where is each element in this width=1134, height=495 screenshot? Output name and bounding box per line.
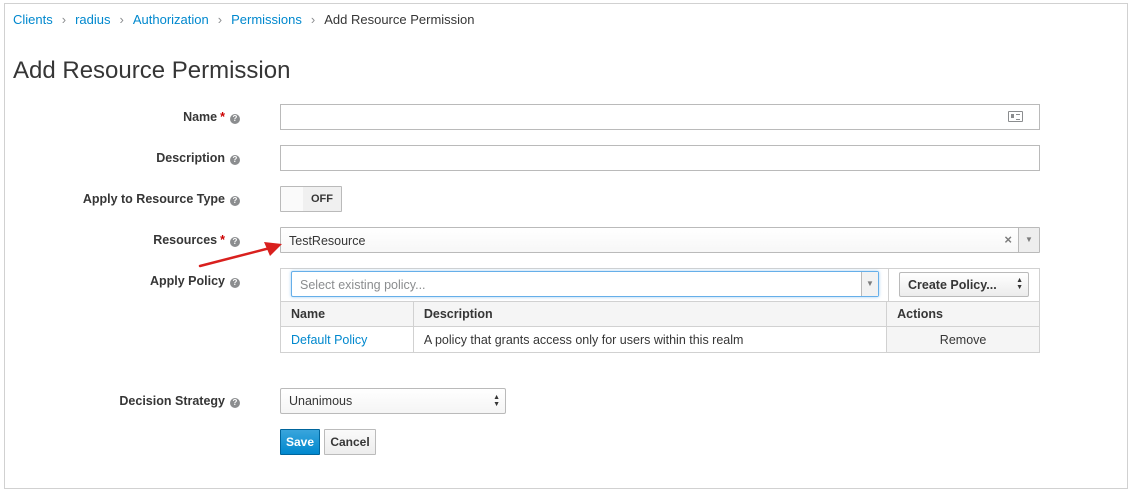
decision-strategy-value: Unanimous [289,394,353,408]
apply-policy-label: Apply Policy? [150,274,240,288]
chevron-right-icon: › [61,12,67,27]
save-button[interactable]: Save [280,429,320,455]
create-policy-select[interactable]: Create Policy... ▲ ▼ [899,272,1029,297]
chevron-right-icon: › [119,12,124,27]
remove-policy-button[interactable]: Remove [886,326,1040,353]
required-marker: * [220,110,225,124]
chevron-right-icon: › [217,12,223,27]
breadcrumb-current: Add Resource Permission [324,12,475,27]
policy-table: Name Description Actions Default Policy … [280,301,1040,353]
apply-policy-label-text: Apply Policy [149,274,225,288]
decision-strategy-select[interactable]: Unanimous ▲ ▼ [280,388,506,414]
policy-name-link[interactable]: Default Policy [280,326,414,353]
resources-selected-value: TestResource [289,234,366,248]
policy-description: A policy that grants access only for use… [412,326,888,353]
description-label-text: Description [156,151,225,165]
breadcrumb-permissions[interactable]: Permissions [231,12,302,27]
resources-select[interactable]: TestResource × ▼ [280,227,1040,253]
toggle-state: OFF [303,187,341,211]
name-input[interactable] [280,104,1040,130]
dropdown-arrow-icon[interactable]: ▼ [1018,228,1039,252]
chevron-right-icon: › [310,12,316,27]
apply-policy-box: Select existing policy... ▼ Create Polic… [280,268,1040,353]
column-header-actions: Actions [886,301,1040,327]
help-icon[interactable]: ? [230,196,240,206]
page-title: Add Resource Permission [13,57,291,84]
dropdown-arrow-icon[interactable]: ▼ [861,272,878,296]
cancel-button[interactable]: Cancel [324,429,376,455]
apply-resource-type-label-text: Apply to Resource Type [82,192,225,206]
description-label: Description? [156,151,240,165]
policy-search-select[interactable]: Select existing policy... ▼ [291,271,879,297]
help-icon[interactable]: ? [230,278,240,288]
help-icon[interactable]: ? [230,114,240,124]
create-policy-label: Create Policy... [908,278,997,292]
table-row: Default Policy A policy that grants acce… [280,326,1040,353]
help-icon[interactable]: ? [230,155,240,165]
breadcrumb-radius[interactable]: radius [75,12,110,27]
clear-icon[interactable]: × [1004,232,1012,247]
toggle-knob [281,187,304,211]
decision-strategy-label-text: Decision Strategy [119,394,225,408]
contact-card-icon [1008,111,1023,122]
description-input[interactable] [280,145,1040,171]
policy-search-placeholder: Select existing policy... [300,278,426,292]
divider [888,269,889,301]
decision-strategy-label: Decision Strategy? [119,394,240,408]
name-label: Name *? [183,110,240,124]
apply-resource-type-label: Apply to Resource Type? [83,192,240,206]
table-header-row: Name Description Actions [280,301,1040,327]
select-arrows-icon: ▲ ▼ [493,394,500,408]
name-label-text: Name [183,110,218,124]
breadcrumb-authorization[interactable]: Authorization [133,12,209,27]
annotation-arrow [198,242,282,268]
select-arrows-icon: ▲ ▼ [1016,277,1023,291]
breadcrumb: Clients › radius › Authorization › Permissions… [13,12,475,27]
help-icon[interactable]: ? [230,398,240,408]
column-header-description: Description [412,301,888,327]
apply-resource-type-toggle[interactable]: OFF [280,186,342,212]
column-header-name: Name [280,301,414,327]
breadcrumb-clients[interactable]: Clients [13,12,53,27]
